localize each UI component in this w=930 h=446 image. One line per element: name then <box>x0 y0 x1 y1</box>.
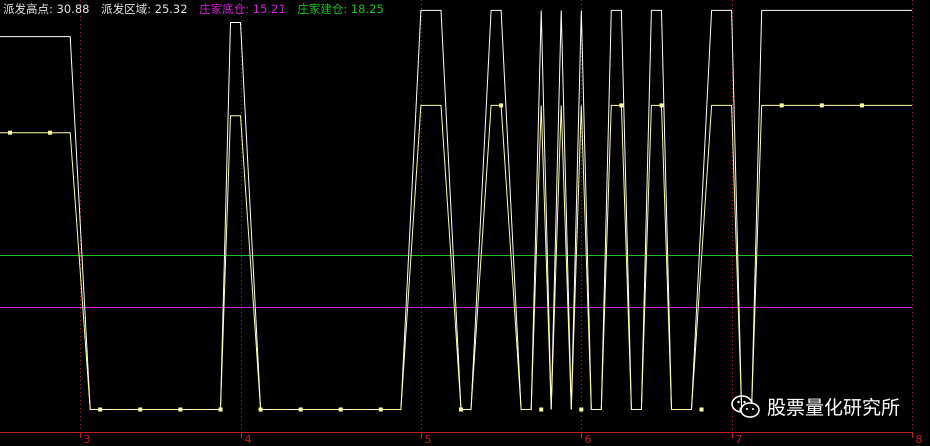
x-tick-label: 8 <box>916 433 923 446</box>
legend-high: 派发高点: 30.88 <box>3 2 90 16</box>
legend-zone: 派发区域: 25.32 <box>101 2 188 16</box>
series-marker <box>459 407 463 412</box>
series-marker <box>138 407 143 412</box>
series-marker <box>298 407 303 412</box>
series-marker <box>579 407 584 412</box>
wechat-icon <box>731 394 760 418</box>
series-marker <box>378 407 383 412</box>
series-marker <box>499 103 504 108</box>
series-marker <box>619 103 624 108</box>
series-line <box>0 9 912 410</box>
legend-build: 庄家建仓: 18.25 <box>297 2 384 16</box>
reference-lines <box>0 255 912 308</box>
series-marker <box>8 130 12 135</box>
x-tick-label: 6 <box>585 433 592 446</box>
series-marker <box>218 407 223 412</box>
series-marker <box>178 407 183 412</box>
series-line <box>0 104 912 410</box>
indicator-chart: 3 4 5 6 7 8 <box>0 0 923 446</box>
series-marker <box>539 407 544 412</box>
series-marker <box>699 407 704 412</box>
series-marker <box>48 130 53 135</box>
series-lines <box>0 9 912 410</box>
x-tick-label: 3 <box>84 433 91 446</box>
grid-lines <box>80 0 913 432</box>
x-tick-label: 4 <box>245 433 252 446</box>
series-marker <box>779 103 784 108</box>
watermark-text: 股票量化研究所 <box>766 397 900 419</box>
indicator-legend: 派发高点: 30.88 派发区域: 25.32 庄家底仓: 15.21 庄家建仓… <box>3 1 392 17</box>
series-marker <box>98 407 103 412</box>
series-marker <box>819 103 824 108</box>
x-axis: 3 4 5 6 7 8 <box>0 432 923 446</box>
series-marker <box>659 103 664 108</box>
legend-bottom: 庄家底仓: 15.21 <box>199 2 286 16</box>
x-tick-label: 5 <box>425 433 432 446</box>
watermark: 股票量化研究所 <box>731 393 900 420</box>
series-marker <box>859 103 864 108</box>
x-tick-label: 7 <box>736 433 743 446</box>
series-marker <box>258 407 263 412</box>
series-marker <box>338 407 343 412</box>
